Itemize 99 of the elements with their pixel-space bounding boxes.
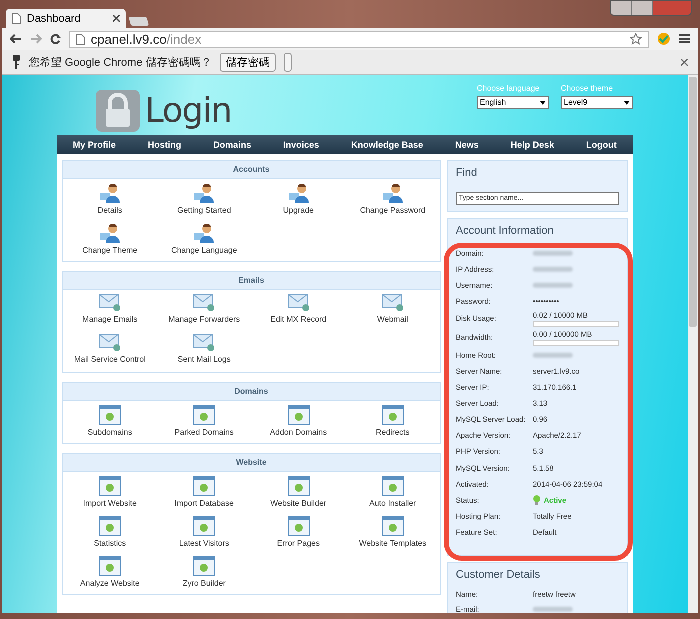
section-title: Accounts [63,161,440,179]
window-icon [382,476,404,496]
window-icon [193,516,216,536]
shortcut-link[interactable]: Upgrade [252,183,346,219]
blurred-value [533,250,573,256]
shortcut-link[interactable]: Addon Domains [252,405,346,441]
window-icon [193,556,216,576]
nav-link[interactable]: Invoices [283,140,320,150]
shortcut-link[interactable]: Latest Visitors [157,516,252,552]
section-title: Website [63,454,440,472]
close-icon[interactable] [113,15,120,22]
key-icon [12,55,21,69]
envelope-icon [99,294,122,312]
reload-icon[interactable] [50,34,61,44]
padlock-icon [95,89,141,133]
nav-link[interactable]: Knowledge Base [351,140,424,150]
shortcut-link[interactable]: Redirects [346,405,440,441]
window-icon [382,516,404,536]
language-label: Choose language [477,84,541,93]
shortcut-link[interactable]: Import Website [63,476,158,512]
shortcut-link[interactable]: Zyro Builder [157,556,252,592]
shortcut-link[interactable]: Auto Installer [346,476,440,512]
extension-icon[interactable] [657,32,671,46]
window-controls[interactable] [610,0,692,16]
shortcut-link[interactable]: Import Database [157,476,252,512]
shortcut-link[interactable]: Website Templates [346,516,440,552]
section-title: Emails [63,272,440,290]
shortcut-link[interactable]: Change Password [346,183,440,219]
shortcut-link[interactable]: Website Builder [252,476,346,512]
scrollbar[interactable] [688,75,698,613]
theme-label: Choose theme [561,84,614,93]
shortcut-link[interactable]: Subdomains [63,405,158,441]
nav-link[interactable]: News [455,140,479,150]
address-bar[interactable]: cpanel.lv9.co/index [69,30,649,48]
shortcut-link[interactable]: Analyze Website [63,556,158,592]
page-icon [76,34,85,44]
window-icon [99,556,122,576]
shortcut-link[interactable]: Sent Mail Logs [157,334,252,370]
shortcut-link[interactable]: Manage Forwarders [157,294,252,330]
language-select[interactable]: English [477,96,549,109]
envelope-icon [382,294,404,312]
shortcut-link[interactable]: Edit MX Record [252,294,346,330]
envelope-icon [193,334,216,352]
person-icon [382,183,404,203]
new-tab-button[interactable] [128,17,150,26]
window-icon [288,405,310,425]
nav-link[interactable]: Domains [213,140,252,150]
blurred-value [533,266,573,272]
nav-link[interactable]: My Profile [72,140,116,150]
shortcut-link[interactable]: Mail Service Control [63,334,158,370]
dropdown-button[interactable] [284,52,292,72]
shortcut-link[interactable]: Webmail [346,294,440,330]
panel-title: Find [456,167,478,179]
browser-tab[interactable]: Dashboard [6,9,126,28]
theme-select[interactable]: Level9 [561,96,633,109]
back-icon[interactable] [10,34,22,44]
person-icon [193,183,216,203]
person-icon [288,183,310,203]
window-icon [193,476,216,496]
shortcut-link[interactable]: Manage Emails [63,294,158,330]
nav-link[interactable]: Help Desk [510,140,554,150]
shortcut-link[interactable]: Statistics [63,516,158,552]
shortcut-link[interactable]: Change Theme [63,223,158,259]
star-icon[interactable] [630,33,642,45]
page-icon [12,13,21,24]
logo-text: Login [145,91,232,131]
window-icon [99,476,122,496]
shortcut-link[interactable]: Getting Started [157,183,252,219]
caret-icon [540,100,546,104]
blurred-value [533,606,573,612]
bulb-icon [533,494,541,506]
envelope-icon [193,294,216,312]
window-icon [288,476,310,496]
blurred-value [533,282,573,288]
window-icon [382,405,404,425]
envelope-icon [288,294,310,312]
caret-icon [624,100,630,104]
person-icon [99,223,122,243]
nav-link[interactable]: Logout [586,140,617,150]
panel-title: Account Information [456,225,555,237]
save-password-button[interactable]: 儲存密碼 [220,52,276,72]
shortcut-link[interactable]: Details [63,183,158,219]
shortcut-link[interactable]: Error Pages [252,516,346,552]
section-title: Domains [63,383,440,401]
envelope-icon [99,334,122,352]
infobar-message: 您希望 Google Chrome 儲存密碼嗎？ [29,56,212,70]
panel-title: Customer Details [456,568,542,580]
close-icon[interactable] [681,58,688,66]
window-icon [288,516,310,536]
window-icon [99,516,122,536]
shortcut-link[interactable]: Change Language [157,223,252,259]
menu-icon[interactable] [679,34,690,44]
shortcut-link[interactable]: Parked Domains [157,405,252,441]
window-icon [193,405,216,425]
person-icon [99,183,122,203]
person-icon [193,223,216,243]
blurred-value [533,352,573,358]
nav-link[interactable]: Hosting [148,140,182,150]
window-icon [99,405,122,425]
